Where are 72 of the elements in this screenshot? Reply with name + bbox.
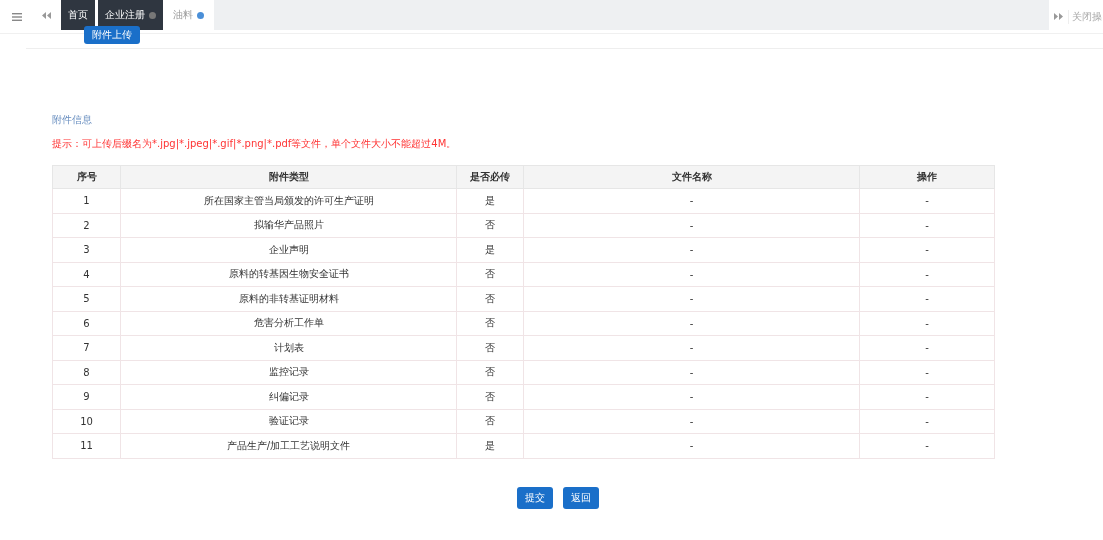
table-cell: 否	[456, 360, 524, 385]
table-cell: 8	[52, 360, 121, 385]
table-cell: 危害分析工作单	[120, 311, 457, 336]
table-cell: -	[859, 360, 995, 385]
table-cell: 5	[52, 286, 121, 311]
table-cell: 7	[52, 335, 121, 360]
column-header: 操作	[859, 165, 995, 189]
action-button[interactable]: 返回	[563, 486, 599, 509]
table-cell: 否	[456, 335, 524, 360]
table-cell: -	[523, 360, 860, 385]
column-header: 是否必传	[456, 165, 524, 189]
table-cell: -	[523, 335, 860, 360]
table-cell: -	[859, 286, 995, 311]
column-header: 附件类型	[120, 165, 457, 189]
table-cell: 11	[52, 433, 121, 458]
table-cell: -	[859, 433, 995, 458]
close-icon[interactable]	[149, 11, 156, 19]
table-cell: -	[859, 237, 995, 262]
table-cell: -	[859, 335, 995, 360]
column-header: 文件名称	[523, 165, 860, 189]
menu-icon[interactable]	[12, 12, 22, 21]
scroll-left-icon[interactable]	[42, 11, 51, 19]
table-cell: 纠偏记录	[120, 384, 457, 409]
table-cell: 否	[456, 384, 524, 409]
table-cell: -	[523, 237, 860, 262]
table-cell: 4	[52, 262, 121, 287]
close-icon[interactable]	[197, 11, 204, 19]
upload-button[interactable]: 附件上传	[84, 26, 140, 44]
table-cell: 是	[456, 433, 524, 458]
table-cell: -	[523, 188, 860, 213]
section-title: 附件信息	[52, 113, 93, 127]
table-cell: 原料的转基因生物安全证书	[120, 262, 457, 287]
table-cell: 拟输华产品照片	[120, 213, 457, 238]
table-cell: 否	[456, 213, 524, 238]
table-cell: 3	[52, 237, 121, 262]
table-cell: -	[859, 409, 995, 434]
table-cell: 10	[52, 409, 121, 434]
table-cell: -	[523, 433, 860, 458]
table-cell: 原料的非转基证明材料	[120, 286, 457, 311]
table-cell: -	[859, 311, 995, 336]
table-cell: -	[523, 384, 860, 409]
tab[interactable]: 首页	[61, 0, 95, 30]
action-button[interactable]: 提交	[517, 486, 553, 509]
hint-text: 提示：可上传后缀名为*.jpg|*.jpeg|*.gif|*.png|*.pdf等文件，单个文件大小不能超过4M。	[52, 137, 458, 151]
table-cell: 9	[52, 384, 121, 409]
table-cell: -	[859, 188, 995, 213]
table-cell: 否	[456, 409, 524, 434]
scroll-right-icon[interactable]	[1054, 13, 1063, 20]
table-cell: 监控记录	[120, 360, 457, 385]
tab[interactable]: 企业注册	[98, 0, 163, 30]
table-cell: 产品生产/加工工艺说明文件	[120, 433, 457, 458]
table-cell: 1	[52, 188, 121, 213]
table-cell: 是	[456, 188, 524, 213]
column-header: 序号	[52, 165, 121, 189]
table-cell: -	[859, 213, 995, 238]
table-cell: 2	[52, 213, 121, 238]
table-cell: -	[523, 286, 860, 311]
table-cell: -	[523, 409, 860, 434]
table-cell: 企业声明	[120, 237, 457, 262]
table-cell: 是	[456, 237, 524, 262]
table-cell: 6	[52, 311, 121, 336]
table-cell: -	[859, 262, 995, 287]
table-cell: 计划表	[120, 335, 457, 360]
table-cell: 否	[456, 262, 524, 287]
table-cell: 所在国家主管当局颁发的许可生产证明	[120, 188, 457, 213]
table-cell: -	[523, 262, 860, 287]
table-cell: -	[523, 213, 860, 238]
table-cell: 否	[456, 311, 524, 336]
table-cell: -	[523, 311, 860, 336]
table-cell: -	[859, 384, 995, 409]
table-cell: 验证记录	[120, 409, 457, 434]
table-cell: 否	[456, 286, 524, 311]
